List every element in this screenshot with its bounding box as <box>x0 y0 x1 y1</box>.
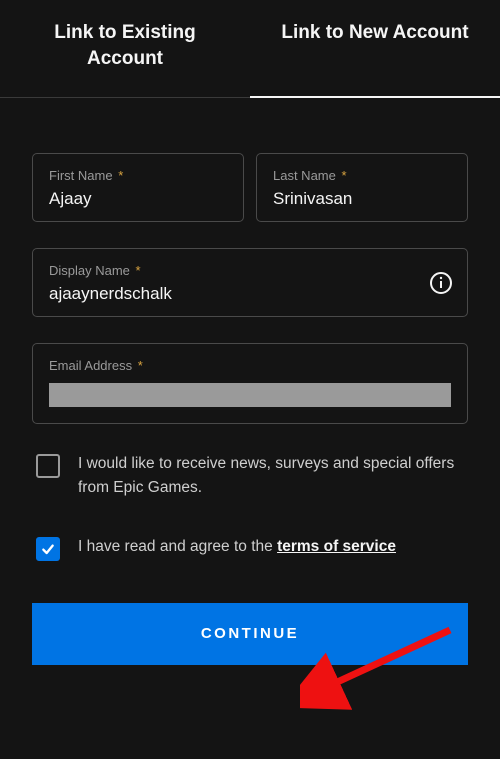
display-name-label: Display Name * <box>49 263 427 278</box>
continue-button[interactable]: CONTINUE <box>32 603 468 665</box>
last-name-label: Last Name * <box>273 168 451 183</box>
news-checkbox[interactable] <box>36 454 60 478</box>
first-name-label: First Name * <box>49 168 227 183</box>
display-name-input[interactable] <box>49 284 427 304</box>
tab-link-new[interactable]: Link to New Account <box>250 20 500 98</box>
info-icon[interactable] <box>429 271 453 295</box>
news-checkbox-label: I would like to receive news, surveys an… <box>78 452 464 499</box>
display-name-field[interactable]: Display Name * <box>32 248 468 317</box>
tos-checkbox[interactable] <box>36 537 60 561</box>
last-name-input[interactable] <box>273 189 451 209</box>
email-input-redacted[interactable] <box>49 383 451 407</box>
tab-link-existing[interactable]: Link to Existing Account <box>0 20 250 98</box>
email-field[interactable]: Email Address * <box>32 343 468 424</box>
first-name-input[interactable] <box>49 189 227 209</box>
tos-link[interactable]: terms of service <box>277 538 396 555</box>
account-link-tabs: Link to Existing Account Link to New Acc… <box>0 0 500 98</box>
email-label: Email Address * <box>49 358 451 373</box>
tos-checkbox-label: I have read and agree to the terms of se… <box>78 535 396 558</box>
signup-form: First Name * Last Name * Display Name * <box>0 98 500 665</box>
first-name-field[interactable]: First Name * <box>32 153 244 222</box>
last-name-field[interactable]: Last Name * <box>256 153 468 222</box>
